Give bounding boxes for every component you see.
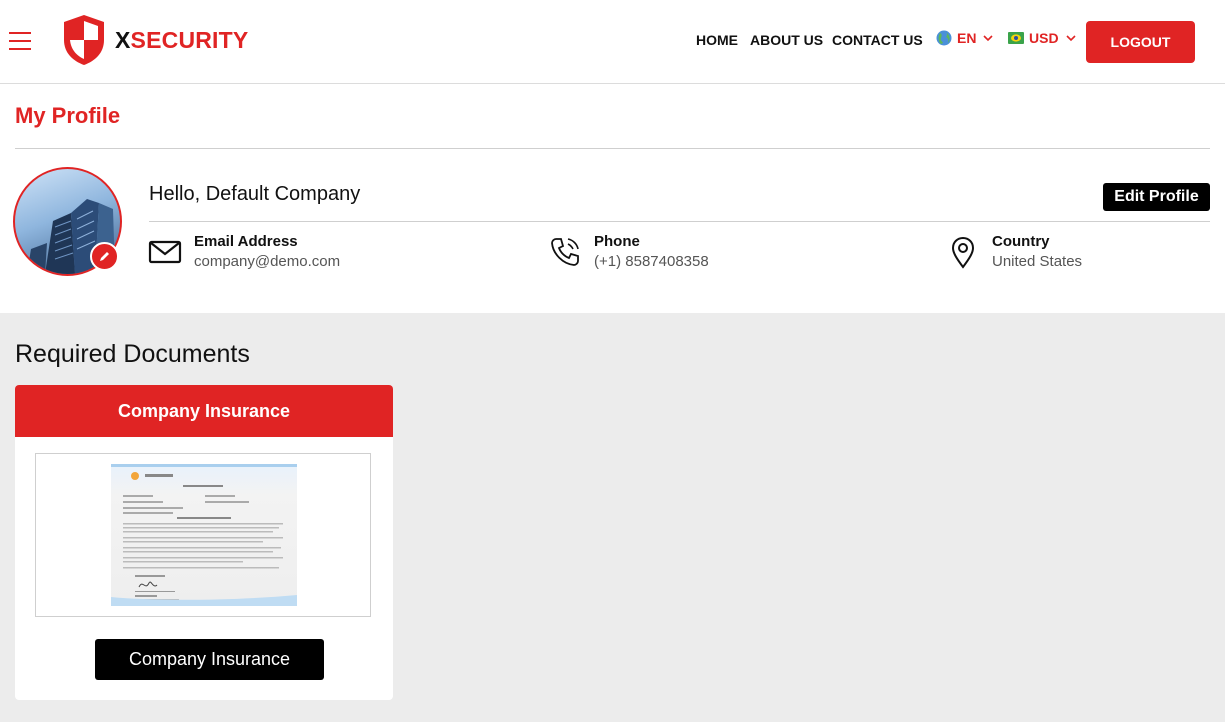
currency-flag-icon: [1008, 32, 1024, 44]
phone-icon: [551, 238, 579, 266]
phone-label: Phone: [594, 233, 640, 250]
document-card: Company Insurance Company Insurance: [15, 385, 393, 700]
nav-home-link[interactable]: HOME: [696, 32, 738, 48]
top-header: XSECURITY HOME ABOUT US CONTACT US EN US…: [0, 0, 1225, 84]
country-value: United States: [992, 253, 1083, 270]
phone-info: Phone (+1) 8587408358: [548, 233, 709, 270]
brand-logo[interactable]: XSECURITY: [62, 14, 248, 66]
currency-selector[interactable]: USD: [1008, 30, 1076, 46]
email-value: company@demo.com: [194, 253, 341, 270]
shield-logo-icon: [64, 15, 104, 65]
language-value: EN: [957, 30, 977, 46]
pencil-icon: [100, 252, 109, 261]
email-info: Email Address company@demo.com: [148, 233, 340, 270]
chevron-down-icon: [983, 35, 994, 42]
globe-flag-icon: [936, 30, 952, 46]
edit-avatar-button[interactable]: [90, 242, 119, 271]
document-card-header: Company Insurance: [15, 385, 393, 437]
brand-name-x: X: [115, 26, 131, 53]
language-selector[interactable]: EN: [936, 30, 994, 46]
company-insurance-button[interactable]: Company Insurance: [95, 639, 324, 680]
phone-value: (+1) 8587408358: [594, 253, 709, 270]
nav-contact-link[interactable]: CONTACT US: [832, 32, 923, 48]
document-preview[interactable]: [35, 453, 371, 617]
page-title: My Profile: [15, 103, 121, 128]
envelope-icon: [148, 240, 182, 264]
divider: [149, 221, 1210, 222]
chevron-down-icon: [1065, 35, 1076, 42]
location-pin-icon: [951, 236, 975, 269]
country-label: Country: [992, 233, 1050, 250]
nav-about-link[interactable]: ABOUT US: [750, 32, 823, 48]
document-thumbnail-graphic: [111, 472, 297, 606]
email-label: Email Address: [194, 233, 298, 250]
divider: [15, 148, 1210, 149]
documents-title: Required Documents: [15, 340, 250, 368]
logout-button[interactable]: LOGOUT: [1086, 21, 1195, 63]
profile-section: My Profile Hello, Default Company Edit P…: [0, 84, 1225, 313]
brand-name-rest: SECURITY: [130, 26, 249, 53]
currency-value: USD: [1029, 30, 1059, 46]
greeting: Hello, Default Company: [149, 183, 361, 205]
brand-name: XSECURITY: [115, 27, 248, 54]
country-info: Country United States: [946, 233, 1082, 270]
document-thumbnail: [111, 464, 297, 606]
edit-profile-button[interactable]: Edit Profile: [1103, 183, 1210, 211]
hamburger-icon[interactable]: [9, 32, 31, 50]
